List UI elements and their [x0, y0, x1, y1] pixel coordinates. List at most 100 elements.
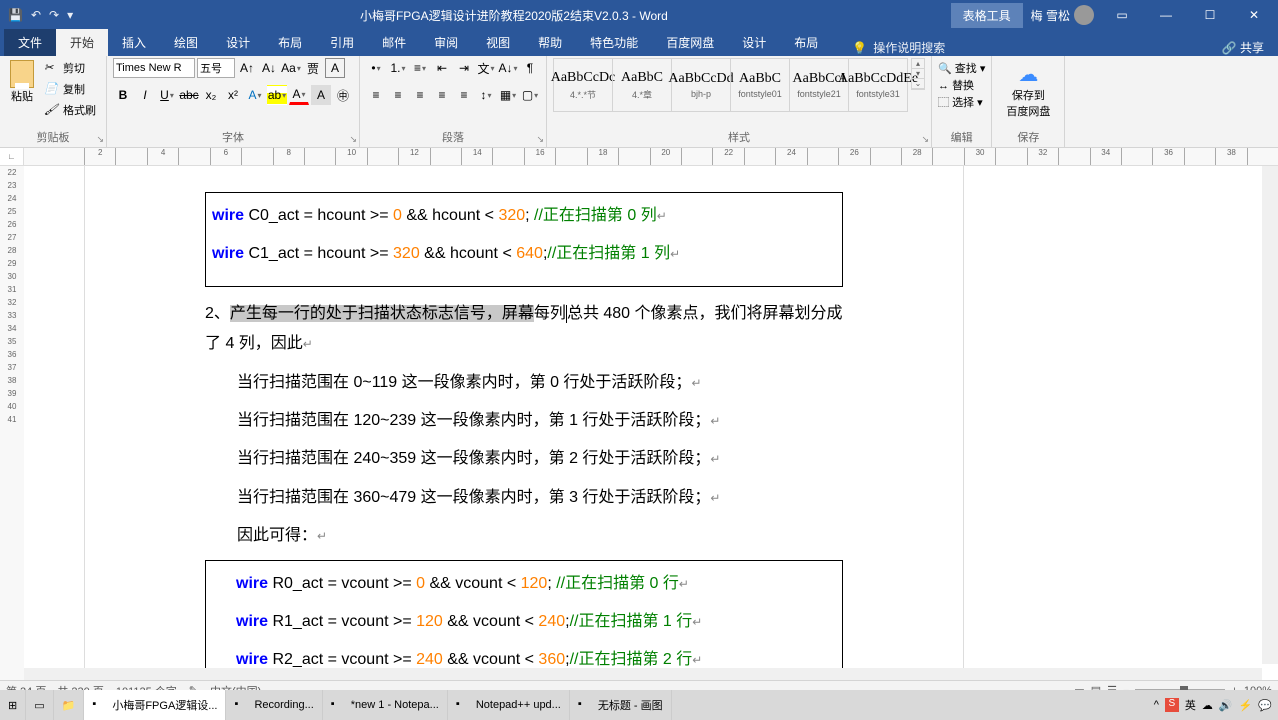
find-button[interactable]: 🔍 查找 ▾: [938, 60, 985, 76]
char-border-button[interactable]: A: [325, 58, 345, 78]
bold-button[interactable]: B: [113, 85, 133, 105]
grow-font-button[interactable]: A↑: [237, 58, 257, 78]
taskbar-app-1[interactable]: ▪Recording...: [226, 690, 322, 720]
decrease-indent-button[interactable]: ⇤: [432, 58, 452, 78]
explorer-button[interactable]: 📁: [54, 690, 85, 720]
tab-table-layout[interactable]: 布局: [780, 29, 832, 56]
strike-button[interactable]: abc: [179, 85, 199, 105]
notification-icon[interactable]: 💬: [1258, 699, 1272, 712]
underline-button[interactable]: U: [157, 85, 177, 105]
shading-button[interactable]: ▦: [498, 85, 518, 105]
tab-view[interactable]: 视图: [472, 29, 524, 56]
tab-draw[interactable]: 绘图: [160, 29, 212, 56]
text-effects-button[interactable]: A: [245, 85, 265, 105]
horizontal-ruler[interactable]: ∟ 2468101214161820222426283032343638: [0, 148, 1278, 166]
font-dialog-icon[interactable]: ↘: [349, 134, 357, 145]
qat-more-icon[interactable]: ▾: [67, 8, 73, 22]
vertical-scrollbar[interactable]: [1262, 166, 1278, 664]
document-page[interactable]: wire C0_act = hcount >= 0 && hcount < 32…: [24, 166, 1278, 684]
font-size-combo[interactable]: 五号: [197, 58, 235, 78]
style-item-1[interactable]: AaBbC4.*章: [612, 58, 672, 112]
paste-button[interactable]: 粘贴: [6, 58, 38, 106]
line-spacing-button[interactable]: ↕: [476, 85, 496, 105]
font-color-button[interactable]: A: [289, 85, 309, 105]
phonetic-guide-button[interactable]: 贾: [303, 58, 323, 78]
maximize-button[interactable]: ☐: [1190, 8, 1230, 22]
tab-help[interactable]: 帮助: [524, 29, 576, 56]
subscript-button[interactable]: x₂: [201, 85, 221, 105]
highlight-button[interactable]: ab: [267, 85, 287, 105]
change-case-button[interactable]: Aa: [281, 58, 301, 78]
ime-icon[interactable]: S: [1165, 698, 1179, 712]
shrink-font-button[interactable]: A↓: [259, 58, 279, 78]
volume-icon[interactable]: 🔊: [1219, 699, 1233, 712]
minimize-button[interactable]: —: [1146, 8, 1186, 22]
style-item-5[interactable]: AaBbCcDdEefontstyle31: [848, 58, 908, 112]
taskview-button[interactable]: ▭: [26, 690, 53, 720]
asian-layout-button[interactable]: 文: [476, 58, 496, 78]
tell-me-search[interactable]: 💡 操作说明搜索: [832, 39, 1207, 56]
distribute-button[interactable]: ≡: [454, 85, 474, 105]
numbering-button[interactable]: 1.: [388, 58, 408, 78]
align-left-button[interactable]: ≡: [366, 85, 386, 105]
cut-button[interactable]: ✂剪切: [42, 58, 100, 78]
redo-icon[interactable]: ↷: [49, 8, 59, 22]
text-selection: 产生每一行的处于扫描状态标志信号，屏幕: [230, 305, 534, 322]
undo-icon[interactable]: ↶: [31, 8, 41, 22]
taskbar-app-4[interactable]: ▪无标题 - 画图: [570, 690, 672, 720]
sort-button[interactable]: A↓: [498, 58, 518, 78]
user-account[interactable]: 梅 雪松: [1023, 5, 1102, 25]
paragraph-dialog-icon[interactable]: ↘: [536, 134, 544, 145]
taskbar-app-2[interactable]: ▪*new 1 - Notepa...: [323, 690, 448, 720]
increase-indent-button[interactable]: ⇥: [454, 58, 474, 78]
tab-layout[interactable]: 布局: [264, 29, 316, 56]
replace-button[interactable]: ↔ 替换: [938, 77, 985, 93]
tab-insert[interactable]: 插入: [108, 29, 160, 56]
char-shading-button[interactable]: A: [311, 85, 331, 105]
format-painter-button[interactable]: 🖌格式刷: [42, 100, 100, 120]
user-name: 梅 雪松: [1031, 7, 1070, 24]
ruler-corner[interactable]: ∟: [0, 148, 24, 165]
ribbon-options-icon[interactable]: ▭: [1102, 8, 1142, 22]
tab-table-design[interactable]: 设计: [728, 29, 780, 56]
tab-baidu[interactable]: 百度网盘: [652, 29, 728, 56]
enclose-char-button[interactable]: ㊥: [333, 85, 353, 105]
close-button[interactable]: ✕: [1234, 8, 1274, 22]
styles-dialog-icon[interactable]: ↘: [921, 134, 929, 145]
select-button[interactable]: ⬚ 选择 ▾: [938, 94, 985, 110]
vertical-ruler[interactable]: 2223242526272829303132333435363738394041: [0, 166, 24, 684]
copy-button[interactable]: 📄复制: [42, 79, 100, 99]
justify-button[interactable]: ≡: [432, 85, 452, 105]
style-item-2[interactable]: AaBbCcDdbjh-p: [671, 58, 731, 112]
style-item-3[interactable]: AaBbCfontstyle01: [730, 58, 790, 112]
style-item-0[interactable]: AaBbCcDc4.*.*节: [553, 58, 613, 112]
borders-button[interactable]: ▢: [520, 85, 540, 105]
align-right-button[interactable]: ≡: [410, 85, 430, 105]
font-family-combo[interactable]: Times New R: [113, 58, 195, 78]
multilevel-button[interactable]: ≡: [410, 58, 430, 78]
network-icon[interactable]: ⚡: [1239, 699, 1253, 712]
taskbar-app-0[interactable]: ▪小梅哥FPGA逻辑设...: [84, 690, 226, 720]
ime-lang[interactable]: 英: [1185, 697, 1196, 713]
tab-file[interactable]: 文件: [4, 29, 56, 56]
tab-design[interactable]: 设计: [212, 29, 264, 56]
align-center-button[interactable]: ≡: [388, 85, 408, 105]
superscript-button[interactable]: x²: [223, 85, 243, 105]
taskbar-app-3[interactable]: ▪Notepad++ upd...: [448, 690, 570, 720]
tab-special[interactable]: 特色功能: [576, 29, 652, 56]
tab-review[interactable]: 审阅: [420, 29, 472, 56]
save-icon[interactable]: 💾: [8, 8, 23, 22]
tab-references[interactable]: 引用: [316, 29, 368, 56]
share-button[interactable]: 🔗 共享: [1208, 39, 1278, 56]
tray-up-icon[interactable]: ^: [1154, 699, 1159, 711]
bullets-button[interactable]: •: [366, 58, 386, 78]
clipboard-dialog-icon[interactable]: ↘: [96, 134, 104, 145]
start-button[interactable]: ⊞: [0, 690, 26, 720]
show-marks-button[interactable]: ¶: [520, 58, 540, 78]
italic-button[interactable]: I: [135, 85, 155, 105]
tab-home[interactable]: 开始: [56, 29, 108, 56]
styles-more[interactable]: ▴▾⌄: [911, 58, 925, 90]
tab-mailings[interactable]: 邮件: [368, 29, 420, 56]
onedrive-icon[interactable]: ☁: [1202, 699, 1213, 712]
save-baidu-button[interactable]: ☁ 保存到 百度网盘: [998, 58, 1058, 123]
